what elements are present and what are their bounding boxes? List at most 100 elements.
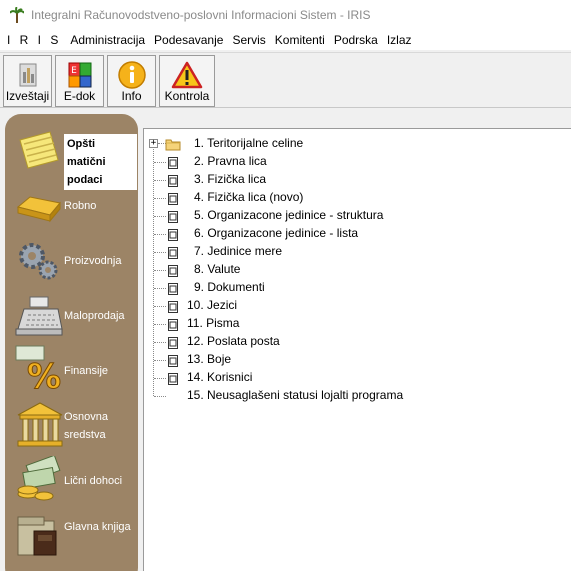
menu-izlaz[interactable]: Izlaz — [384, 33, 418, 47]
tree-node-label: 6. Organizacone jedinice - lista — [194, 226, 359, 240]
tree-node-label: 3. Fizička lica — [194, 172, 267, 186]
tree-connector — [154, 162, 166, 163]
money-icon — [14, 454, 64, 502]
tree-connector — [154, 378, 166, 379]
document-icon — [168, 210, 178, 223]
title-bar: Integralni Računovodstveno-poslovni Info… — [0, 0, 571, 30]
izvestaji-button[interactable]: Izveštaji — [3, 55, 52, 107]
menu-iris[interactable]: I R I S — [4, 33, 67, 47]
gold-bar-icon — [14, 185, 64, 231]
tree-node-13[interactable]: 13. Boje — [144, 351, 564, 369]
tree-node-4[interactable]: 4. Fizička lica (novo) — [144, 189, 564, 207]
info-button[interactable]: Info — [107, 55, 156, 107]
tree-node-5[interactable]: 5. Organizacone jedinice - struktura — [144, 207, 564, 225]
sidebar-item-licni-dohoci[interactable]: Lični dohoci — [5, 454, 138, 509]
tree-connector — [154, 234, 166, 235]
tree-node-2[interactable]: 2. Pravna lica — [144, 153, 564, 171]
svg-text:%: % — [27, 357, 61, 392]
sidebar-item-opsti-maticni-podaci[interactable]: Opšti matični podaci — [5, 124, 138, 190]
tree-node-label: 7. Jedinice mere — [194, 244, 283, 258]
notepad-icon — [14, 128, 64, 174]
tree-node-1[interactable]: + 1. Teritorijalne celine — [144, 135, 564, 153]
tree-connector — [154, 360, 166, 361]
document-icon — [168, 354, 178, 367]
kontrola-label: Kontrola — [164, 89, 210, 103]
tree-node-label: 10. Jezici — [187, 298, 238, 312]
sidebar-item-finansije[interactable]: % Finansije — [5, 344, 138, 399]
tree-node-6[interactable]: 6. Organizacone jedinice - lista — [144, 225, 564, 243]
warning-icon — [170, 59, 204, 91]
info-icon — [115, 59, 149, 91]
sidebar-label-glavna-knjiga: Glavna knjiga — [64, 521, 131, 533]
tree-connector — [154, 396, 166, 397]
tree-connector — [154, 198, 166, 199]
bank-building-icon — [14, 401, 64, 447]
tree-connector — [154, 342, 166, 343]
menu-podesavanje[interactable]: Podesavanje — [151, 33, 229, 47]
tree-connector — [154, 216, 166, 217]
tree-node-14[interactable]: 14. Korisnici — [144, 369, 564, 387]
document-icon — [168, 336, 178, 349]
gears-icon — [14, 238, 64, 284]
sidebar: Opšti matični podaci Robno Proizvodnja M… — [5, 114, 138, 571]
tree-node-label: 11. Pisma — [187, 316, 240, 330]
tree-node-label: 13. Boje — [187, 352, 232, 366]
sidebar-item-proizvodnja[interactable]: Proizvodnja — [5, 234, 138, 289]
sidebar-item-osnovna-sredstva[interactable]: Osnovna sredstva — [5, 399, 138, 454]
tree-connector — [154, 180, 166, 181]
document-icon — [168, 246, 178, 259]
tree-connector — [154, 270, 166, 271]
document-icon — [168, 228, 178, 241]
toolbar: Izveštaji E E-dok Info Kontrola — [0, 52, 571, 108]
tree-node-label: 5. Organizacone jedinice - struktura — [194, 208, 384, 222]
window-title: Integralni Računovodstveno-poslovni Info… — [31, 8, 371, 22]
document-icon — [168, 282, 178, 295]
document-icon — [168, 264, 178, 277]
report-icon — [11, 59, 45, 91]
tree-node-label: 12. Poslata posta — [187, 334, 280, 348]
sidebar-item-glavna-knjiga[interactable]: Glavna knjiga — [5, 509, 138, 564]
tree-node-label: 8. Valute — [194, 262, 241, 276]
tree-node-10[interactable]: 10. Jezici — [144, 297, 564, 315]
info-label: Info — [121, 89, 142, 103]
tree-connector — [154, 252, 166, 253]
app-window: Integralni Računovodstveno-poslovni Info… — [0, 0, 571, 571]
tree-node-11[interactable]: 11. Pisma — [144, 315, 564, 333]
tree-node-7[interactable]: 7. Jedinice mere — [144, 243, 564, 261]
document-icon — [168, 318, 178, 331]
tree-node-15[interactable]: 15. Neusaglašeni statusi lojalti program… — [144, 387, 564, 405]
tree-node-label: 4. Fizička lica (novo) — [194, 190, 304, 204]
menu-komitenti[interactable]: Komitenti — [272, 33, 331, 47]
folder-icon — [165, 137, 181, 151]
expand-toggle[interactable]: + — [149, 139, 158, 148]
tree-node-label: 15. Neusaglašeni statusi lojalti program… — [187, 388, 404, 402]
tree-node-9[interactable]: 9. Dokumenti — [144, 279, 564, 297]
tree-node-label: 1. Teritorijalne celine — [194, 136, 304, 150]
document-icon — [168, 174, 178, 187]
document-icon — [168, 372, 178, 385]
document-icon — [168, 192, 178, 205]
izvestaji-label: Izveštaji — [5, 89, 50, 103]
tree-node-8[interactable]: 8. Valute — [144, 261, 564, 279]
sidebar-item-robno[interactable]: Robno — [5, 179, 138, 234]
menu-podrska[interactable]: Podrska — [331, 33, 384, 47]
kontrola-button[interactable]: Kontrola — [159, 55, 215, 107]
document-icon — [168, 300, 178, 313]
palm-tree-icon — [9, 7, 25, 23]
tree-node-12[interactable]: 12. Poslata posta — [144, 333, 564, 351]
sidebar-label-licni-dohoci: Lični dohoci — [64, 475, 123, 487]
sidebar-label-osnovna-sredstva: Osnovna sredstva — [64, 411, 109, 441]
e-dok-label: E-dok — [63, 89, 96, 103]
e-dok-button[interactable]: E E-dok — [55, 55, 104, 107]
sidebar-label-robno: Robno — [64, 200, 97, 212]
sidebar-item-maloprodaja[interactable]: Maloprodaja — [5, 289, 138, 344]
svg-text:E: E — [71, 66, 77, 76]
tree-node-label: 14. Korisnici — [187, 370, 253, 384]
edoc-icon: E — [63, 59, 97, 91]
tree-panel: + 1. Teritorijalne celine 2. Pravna lica… — [143, 128, 571, 571]
menu-administracija[interactable]: Administracija — [67, 33, 151, 47]
tree-node-3[interactable]: 3. Fizička lica — [144, 171, 564, 189]
tree-connector — [154, 306, 166, 307]
menu-servis[interactable]: Servis — [229, 33, 271, 47]
ledger-icon — [14, 513, 64, 559]
